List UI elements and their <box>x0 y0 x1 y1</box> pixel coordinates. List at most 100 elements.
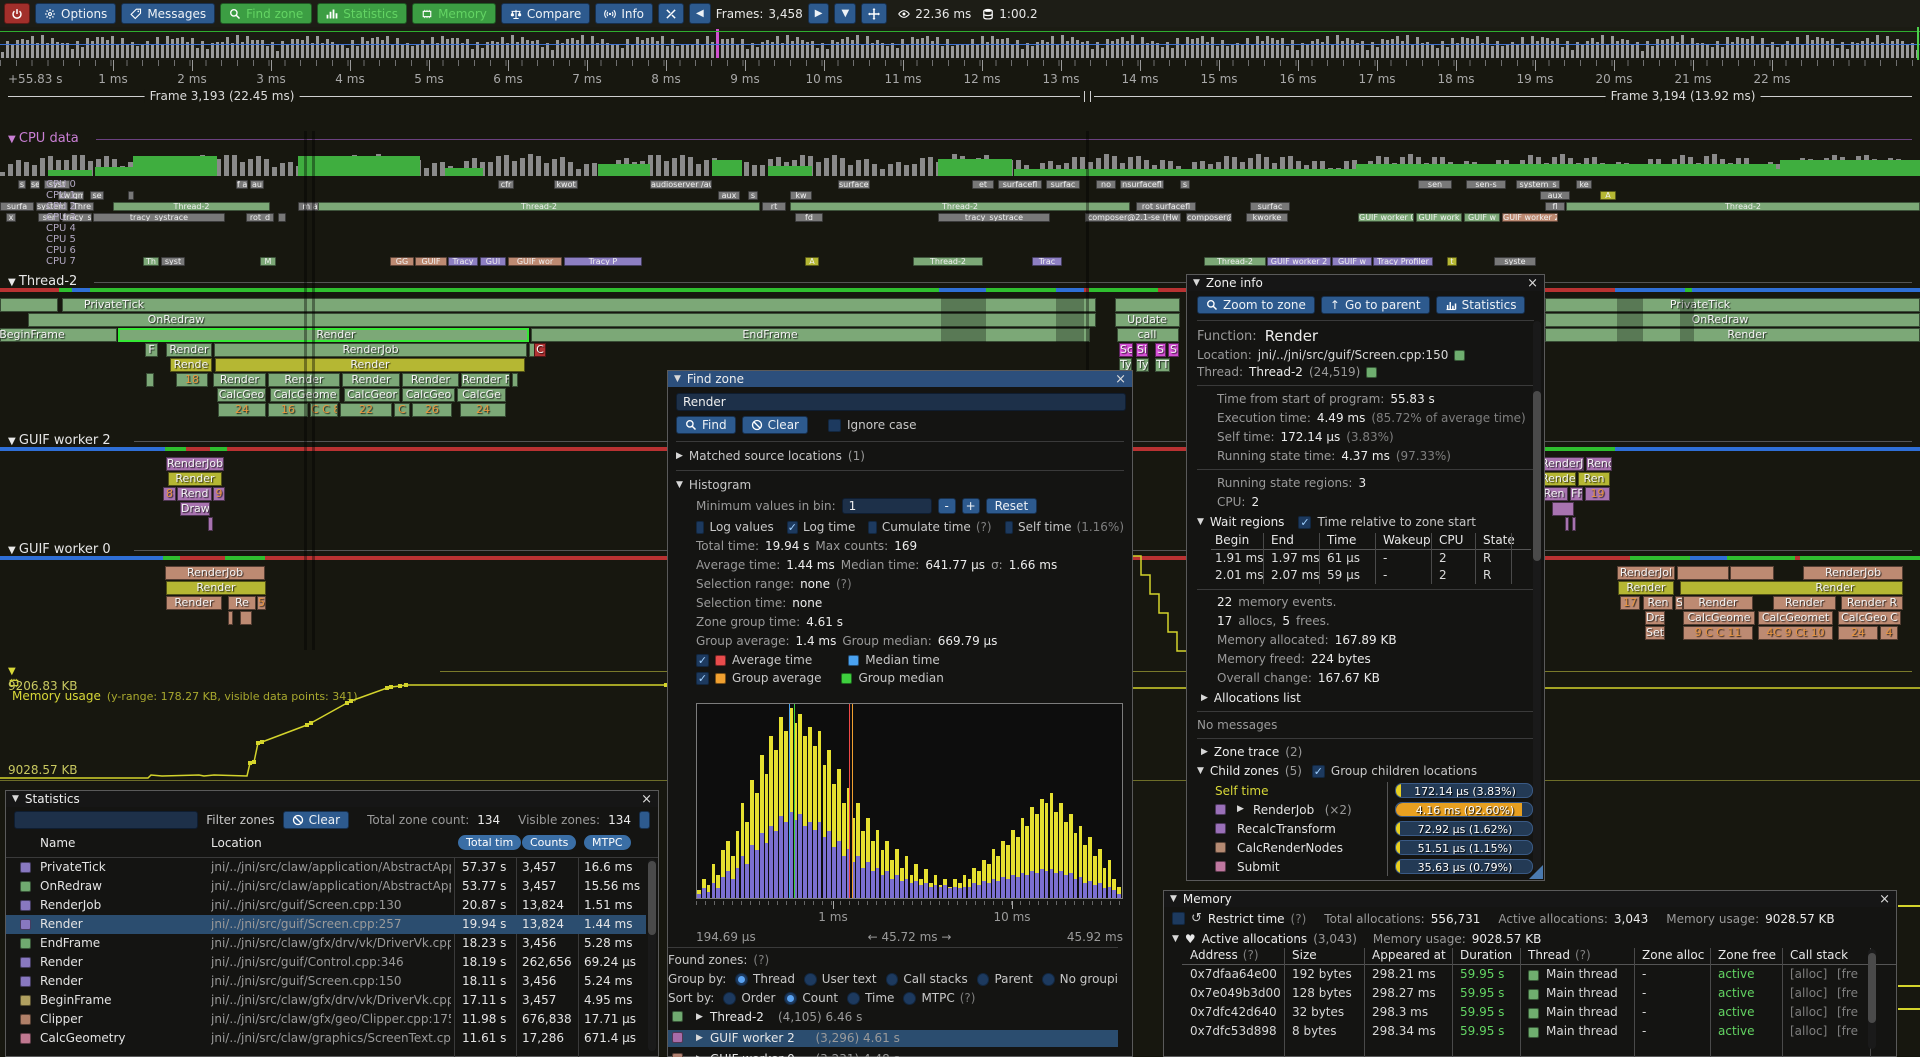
allocation-column-thread[interactable]: Thread(?) <box>1528 948 1591 962</box>
free-callstack-link[interactable]: [fre <box>1837 986 1858 1000</box>
cpu-zone-chip[interactable]: Th <box>143 257 159 266</box>
timeline-zone[interactable] <box>1730 566 1774 580</box>
cpu-zone-chip[interactable]: kwot <box>554 180 578 189</box>
timeline-zone[interactable] <box>1680 581 1903 595</box>
timeline-zone[interactable] <box>531 328 1090 342</box>
timeline-zone[interactable]: 24 <box>460 403 506 417</box>
timeline-zone[interactable]: C <box>394 403 410 417</box>
timeline-zone[interactable]: Render F <box>461 373 510 387</box>
thread-header-guif-worker-0[interactable]: ▼ GUIF worker 0 <box>8 542 111 557</box>
sort-by-radio-time[interactable] <box>847 992 860 1005</box>
statistics-filter-input[interactable] <box>14 811 198 829</box>
expand-arrow-icon[interactable]: ▶ <box>696 1012 703 1022</box>
timeline-zone[interactable]: Render <box>1683 596 1753 610</box>
timeline-zone[interactable]: 5 <box>257 596 266 610</box>
column-header-name[interactable]: Name <box>40 836 75 850</box>
column-header-total-time[interactable]: Total tim <box>458 835 521 850</box>
cpu-zone-chip[interactable]: GUIF worker 2 <box>1502 213 1558 222</box>
timeline-zone[interactable]: RenderJob <box>1803 566 1903 580</box>
timeline-zone[interactable]: Rend <box>177 487 212 501</box>
memory-window[interactable]: ▼Memory×↺Restrict time(?)Total allocatio… <box>1163 890 1897 1057</box>
timeline-zone[interactable] <box>1115 298 1180 312</box>
memory-scrollbar-thumb[interactable] <box>1868 953 1876 1023</box>
cpu-zone-chip[interactable]: tracy_systrace <box>938 213 1050 222</box>
cpu-zone-chip[interactable]: Thread-2 <box>318 202 760 211</box>
allocation-column-size[interactable]: Size <box>1292 948 1317 962</box>
cpu-zone-chip[interactable]: GG <box>390 257 414 266</box>
group-by-radio-no-groupi[interactable] <box>1042 973 1055 986</box>
timeline-zone[interactable]: Sc <box>1119 343 1133 357</box>
cpu-data-header[interactable]: ▼ CPU data <box>8 131 79 146</box>
cpu-zone-chip[interactable]: nsurfacefl <box>1120 180 1164 189</box>
allocation-row[interactable]: 0x7dfc42d64032 bytes298.3 ms59.95 sMain … <box>1182 1005 1882 1024</box>
power-button[interactable] <box>4 3 30 24</box>
wait-column-header[interactable]: Time <box>1327 533 1356 547</box>
timeline-zone[interactable]: Render <box>166 343 212 357</box>
timeline-zone[interactable]: CalcGe <box>457 388 506 402</box>
cpu-zone-chip[interactable]: composer@ <box>1186 213 1232 222</box>
close-icon[interactable]: × <box>641 793 652 806</box>
timeline-zone[interactable]: CalcGeor <box>344 388 400 402</box>
timeline-zone[interactable]: CalcGeomet <box>1758 611 1833 625</box>
cpu-zone-chip[interactable]: A <box>805 257 819 266</box>
child-zone-row[interactable]: CalcRenderNodes51.51 µs (1.15%) <box>1197 839 1533 858</box>
free-callstack-link[interactable]: [fre <box>1837 1005 1858 1019</box>
found-zone-row[interactable]: ▶GUIF worker 0(3,231) 4.48 s <box>668 1051 1118 1057</box>
cpu-zone-chip[interactable]: s <box>1180 180 1190 189</box>
table-row[interactable]: Renderjni/../jni/src/guif/Screen.cpp:257… <box>6 915 646 934</box>
group-by-radio-thread[interactable] <box>735 973 748 986</box>
cpu-zone-chip[interactable]: system_s <box>1516 180 1560 189</box>
timeline-zone[interactable]: 24 <box>218 403 266 417</box>
cpu-zone-chip[interactable]: fl <box>1545 202 1565 211</box>
cpu-zone-chip[interactable]: aux <box>718 191 740 200</box>
frame-labels-row[interactable]: Frame 3,193 (22.45 ms)Frame 3,194 (13.92… <box>0 89 1920 105</box>
find-zone-window[interactable]: ▼Find zone×RenderFindClearIgnore case▶Ma… <box>667 370 1133 1057</box>
alloc-callstack-link[interactable]: [alloc] <box>1790 1024 1827 1038</box>
zone-trace-section[interactable]: ▶Zone trace(2) <box>1201 745 1534 759</box>
cpu-zone-chip[interactable]: rot_d <box>246 213 274 222</box>
cpu-zone-chip[interactable]: Tracy Profiler <box>1373 257 1433 266</box>
cpu-zone-chip[interactable]: syst <box>161 257 185 266</box>
toolbar-button-compare[interactable]: Compare <box>501 3 590 24</box>
cpu-zone-chip[interactable] <box>128 191 134 200</box>
cpu-zone-chip[interactable]: tracy_systrace <box>93 213 225 222</box>
cpu-zone-chip[interactable]: kw <box>790 191 812 200</box>
allocations-list-section[interactable]: ▶Allocations list <box>1201 691 1534 705</box>
timeline-zone[interactable]: Set <box>1645 626 1665 640</box>
timeline-zone[interactable]: Si <box>1136 343 1148 357</box>
column-header-location[interactable]: Location <box>211 836 262 850</box>
cpu-zone-chip[interactable]: Thread-2 <box>1204 257 1266 266</box>
alloc-callstack-link[interactable]: [alloc] <box>1790 1005 1827 1019</box>
cpu-zone-chip[interactable]: Thread-2 <box>1566 202 1920 211</box>
column-header-counts[interactable]: Counts <box>522 835 576 850</box>
thread-header-thread-2[interactable]: ▼ Thread-2 <box>8 274 77 289</box>
timeline-zone[interactable]: RenderJob <box>166 457 224 471</box>
allocation-column-duration[interactable]: Duration <box>1460 948 1512 962</box>
timeline-zone[interactable]: RenderJob <box>165 566 265 580</box>
wait-column-header[interactable]: CPU <box>1439 533 1463 547</box>
statistics-clear-button[interactable]: Clear <box>283 811 349 829</box>
tools-button[interactable] <box>658 3 684 24</box>
toolbar-button-find-zone[interactable]: Find zone <box>220 3 312 24</box>
timeline-zone[interactable] <box>1552 502 1574 516</box>
toolbar-button-info[interactable]: Info <box>595 3 653 24</box>
log-values-checkbox[interactable] <box>696 521 704 534</box>
child-zones-section[interactable]: ▼Child zones(5)✓Group children locations <box>1197 764 1534 778</box>
cpu-zone-chip[interactable]: Trac <box>1032 257 1062 266</box>
timeline-zone[interactable] <box>1117 328 1179 342</box>
timeline-zone[interactable]: Render <box>1540 472 1576 486</box>
timeline-zone[interactable]: Dra <box>1645 611 1665 625</box>
statistics-window[interactable]: ▼Statistics×Filter zonesClearTotal zone … <box>5 790 659 1057</box>
frames-overview-strip[interactable] <box>0 27 1920 60</box>
timeline-zone[interactable] <box>28 313 1096 327</box>
expand-arrow-icon[interactable]: ▶ <box>1237 804 1244 814</box>
timeline-zone[interactable]: TT <box>1155 358 1170 372</box>
cpu-zone-chip[interactable]: GUIF worker 0 <box>1358 213 1414 222</box>
sort-by-radio-count[interactable] <box>784 992 797 1005</box>
cpu-zone-chip[interactable]: GUI <box>480 257 506 266</box>
cpu-zone-chip[interactable]: ke <box>1576 180 1592 189</box>
cpu-zone-chip[interactable]: t <box>1447 257 1457 266</box>
cpu-zone-chip[interactable]: Thread-2 <box>913 257 983 266</box>
histogram-section[interactable]: ▼Histogram <box>676 478 1124 492</box>
prev-frame-button[interactable]: ◀ <box>689 3 711 24</box>
